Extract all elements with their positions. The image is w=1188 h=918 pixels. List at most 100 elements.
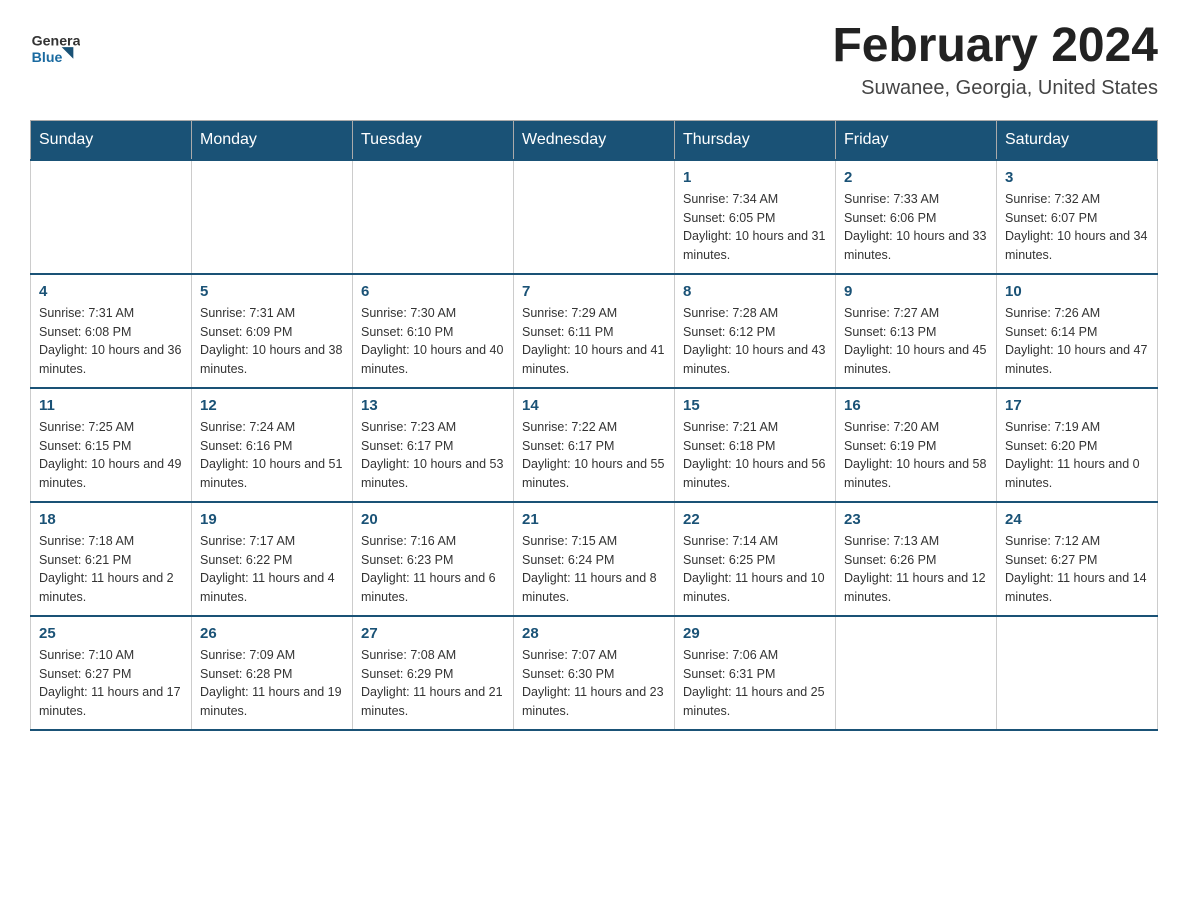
day-info: Sunrise: 7:15 AM Sunset: 6:24 PM Dayligh… [522,532,666,607]
day-info: Sunrise: 7:07 AM Sunset: 6:30 PM Dayligh… [522,646,666,721]
calendar-day-cell: 22Sunrise: 7:14 AM Sunset: 6:25 PM Dayli… [675,502,836,616]
day-info: Sunrise: 7:24 AM Sunset: 6:16 PM Dayligh… [200,418,344,493]
day-number: 3 [1005,169,1149,186]
day-number: 10 [1005,283,1149,300]
location-subtitle: Suwanee, Georgia, United States [832,77,1158,100]
calendar-day-cell: 15Sunrise: 7:21 AM Sunset: 6:18 PM Dayli… [675,388,836,502]
calendar-week-row: 11 Sunrise: 7:25 AM Sunset: 6:15 PM Dayli… [31,388,1158,502]
calendar-day-cell: 18 Sunrise: 7:18 AM Sunset: 6:21 PM Dayli… [31,502,192,616]
day-of-week-header: Sunday [31,120,192,160]
calendar-table: SundayMondayTuesdayWednesdayThursdayFrid… [30,120,1158,731]
day-number: 29 [683,625,827,642]
calendar-day-cell: 23 Sunrise: 7:13 AM Sunset: 6:26 PM Dayli… [836,502,997,616]
day-number: 28 [522,625,666,642]
day-number: 24 [1005,511,1149,528]
day-number: 22 [683,511,827,528]
day-number: 8 [683,283,827,300]
day-info: Sunrise: 7:30 AM Sunset: 6:10 PM Dayligh… [361,304,505,379]
calendar-day-cell: 16 Sunrise: 7:20 AM Sunset: 6:19 PM Dayli… [836,388,997,502]
calendar-day-cell: 4 Sunrise: 7:31 AM Sunset: 6:08 PM Daylig… [31,274,192,388]
day-number: 11 [39,397,183,414]
calendar-day-cell: 11 Sunrise: 7:25 AM Sunset: 6:15 PM Dayli… [31,388,192,502]
day-number: 13 [361,397,505,414]
calendar-day-cell [353,160,514,274]
day-info: Sunrise: 7:22 AM Sunset: 6:17 PM Dayligh… [522,418,666,493]
calendar-day-cell: 21 Sunrise: 7:15 AM Sunset: 6:24 PM Dayli… [514,502,675,616]
calendar-day-cell: 3 Sunrise: 7:32 AM Sunset: 6:07 PM Daylig… [997,160,1158,274]
day-number: 20 [361,511,505,528]
month-title: February 2024 [832,20,1158,73]
day-info: Sunrise: 7:29 AM Sunset: 6:11 PM Dayligh… [522,304,666,379]
day-number: 25 [39,625,183,642]
day-info: Sunrise: 7:20 AM Sunset: 6:19 PM Dayligh… [844,418,988,493]
day-of-week-header: Saturday [997,120,1158,160]
calendar-day-cell: 5 Sunrise: 7:31 AM Sunset: 6:09 PM Daylig… [192,274,353,388]
page-header: General Blue February 2024 Suwanee, Geor… [30,20,1158,100]
day-info: Sunrise: 7:25 AM Sunset: 6:15 PM Dayligh… [39,418,183,493]
day-number: 1 [683,169,827,186]
calendar-day-cell: 9Sunrise: 7:27 AM Sunset: 6:13 PM Daylig… [836,274,997,388]
day-info: Sunrise: 7:31 AM Sunset: 6:09 PM Dayligh… [200,304,344,379]
logo: General Blue [30,20,80,70]
day-info: Sunrise: 7:16 AM Sunset: 6:23 PM Dayligh… [361,532,505,607]
day-of-week-header: Wednesday [514,120,675,160]
calendar-day-cell: 1 Sunrise: 7:34 AM Sunset: 6:05 PM Daylig… [675,160,836,274]
day-info: Sunrise: 7:21 AM Sunset: 6:18 PM Dayligh… [683,418,827,493]
day-number: 18 [39,511,183,528]
day-info: Sunrise: 7:32 AM Sunset: 6:07 PM Dayligh… [1005,190,1149,265]
day-info: Sunrise: 7:26 AM Sunset: 6:14 PM Dayligh… [1005,304,1149,379]
calendar-day-cell [31,160,192,274]
calendar-day-cell: 14 Sunrise: 7:22 AM Sunset: 6:17 PM Dayli… [514,388,675,502]
calendar-day-cell [836,616,997,730]
day-info: Sunrise: 7:33 AM Sunset: 6:06 PM Dayligh… [844,190,988,265]
day-number: 5 [200,283,344,300]
title-section: February 2024 Suwanee, Georgia, United S… [832,20,1158,100]
day-of-week-header: Thursday [675,120,836,160]
svg-text:General: General [32,33,80,49]
day-info: Sunrise: 7:17 AM Sunset: 6:22 PM Dayligh… [200,532,344,607]
day-info: Sunrise: 7:09 AM Sunset: 6:28 PM Dayligh… [200,646,344,721]
day-info: Sunrise: 7:12 AM Sunset: 6:27 PM Dayligh… [1005,532,1149,607]
day-number: 4 [39,283,183,300]
day-info: Sunrise: 7:34 AM Sunset: 6:05 PM Dayligh… [683,190,827,265]
day-info: Sunrise: 7:06 AM Sunset: 6:31 PM Dayligh… [683,646,827,721]
day-of-week-header: Tuesday [353,120,514,160]
calendar-day-cell: 20 Sunrise: 7:16 AM Sunset: 6:23 PM Dayli… [353,502,514,616]
calendar-day-cell: 26 Sunrise: 7:09 AM Sunset: 6:28 PM Dayli… [192,616,353,730]
calendar-day-cell: 24 Sunrise: 7:12 AM Sunset: 6:27 PM Dayli… [997,502,1158,616]
calendar-day-cell: 28 Sunrise: 7:07 AM Sunset: 6:30 PM Dayli… [514,616,675,730]
day-number: 23 [844,511,988,528]
day-info: Sunrise: 7:10 AM Sunset: 6:27 PM Dayligh… [39,646,183,721]
calendar-day-cell [192,160,353,274]
day-number: 6 [361,283,505,300]
calendar-day-cell: 29 Sunrise: 7:06 AM Sunset: 6:31 PM Dayli… [675,616,836,730]
calendar-week-row: 4 Sunrise: 7:31 AM Sunset: 6:08 PM Daylig… [31,274,1158,388]
svg-text:Blue: Blue [32,50,63,66]
day-info: Sunrise: 7:13 AM Sunset: 6:26 PM Dayligh… [844,532,988,607]
day-number: 9 [844,283,988,300]
day-of-week-header: Monday [192,120,353,160]
day-number: 26 [200,625,344,642]
calendar-day-cell: 19 Sunrise: 7:17 AM Sunset: 6:22 PM Dayli… [192,502,353,616]
day-info: Sunrise: 7:31 AM Sunset: 6:08 PM Dayligh… [39,304,183,379]
day-number: 7 [522,283,666,300]
day-info: Sunrise: 7:19 AM Sunset: 6:20 PM Dayligh… [1005,418,1149,493]
day-info: Sunrise: 7:08 AM Sunset: 6:29 PM Dayligh… [361,646,505,721]
day-number: 17 [1005,397,1149,414]
calendar-day-cell [514,160,675,274]
day-info: Sunrise: 7:28 AM Sunset: 6:12 PM Dayligh… [683,304,827,379]
day-info: Sunrise: 7:18 AM Sunset: 6:21 PM Dayligh… [39,532,183,607]
day-number: 12 [200,397,344,414]
day-number: 14 [522,397,666,414]
calendar-day-cell: 17 Sunrise: 7:19 AM Sunset: 6:20 PM Dayli… [997,388,1158,502]
calendar-day-cell: 2 Sunrise: 7:33 AM Sunset: 6:06 PM Daylig… [836,160,997,274]
day-number: 16 [844,397,988,414]
calendar-day-cell: 25 Sunrise: 7:10 AM Sunset: 6:27 PM Dayli… [31,616,192,730]
calendar-week-row: 1 Sunrise: 7:34 AM Sunset: 6:05 PM Daylig… [31,160,1158,274]
day-number: 2 [844,169,988,186]
day-of-week-header: Friday [836,120,997,160]
day-number: 21 [522,511,666,528]
calendar-week-row: 18 Sunrise: 7:18 AM Sunset: 6:21 PM Dayli… [31,502,1158,616]
calendar-day-cell: 10 Sunrise: 7:26 AM Sunset: 6:14 PM Dayli… [997,274,1158,388]
day-number: 19 [200,511,344,528]
